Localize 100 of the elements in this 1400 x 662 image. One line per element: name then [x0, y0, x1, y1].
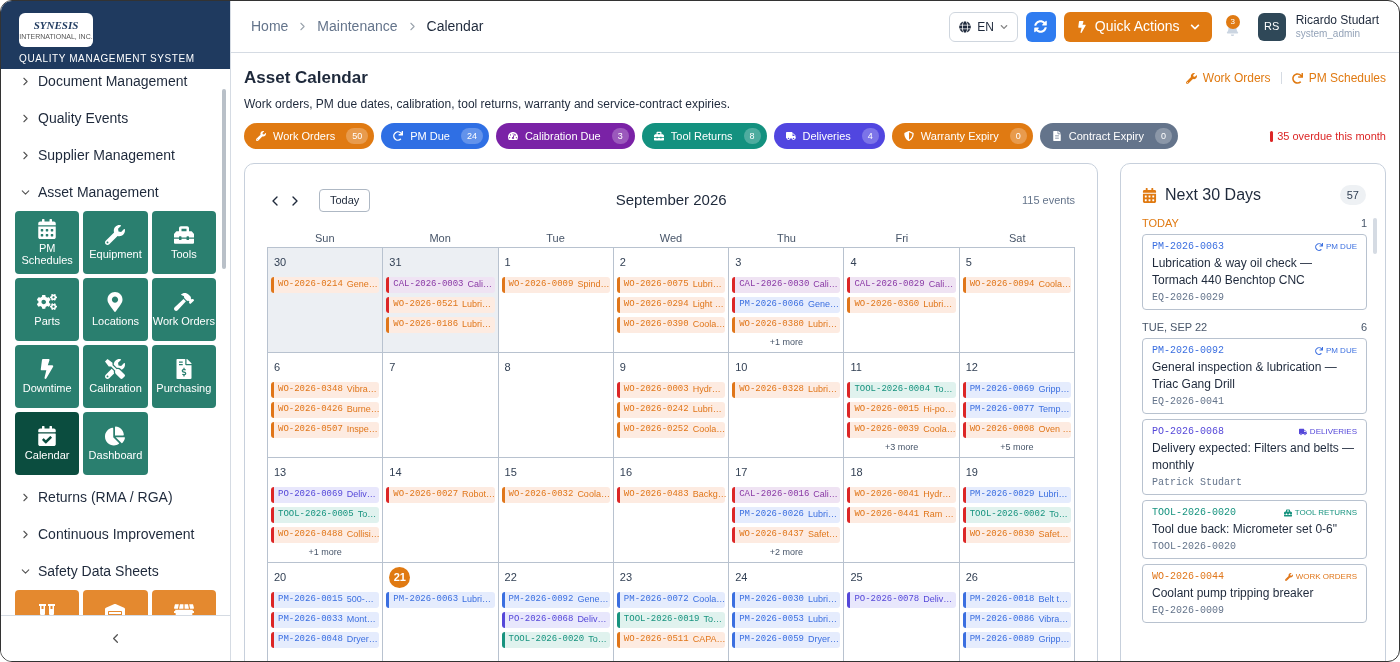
event-chip[interactable]: WO-2026-0507 Inspe… — [271, 422, 380, 438]
header-link[interactable]: Work Orders — [1185, 69, 1271, 87]
nav-group[interactable]: Continuous Improvement — [15, 516, 195, 553]
upcoming-event-card[interactable]: TOOL-2026-0020 TOOL RETURNS Tool due back: Micrometer set 0-6" TOOL-2026-0020 — [1142, 500, 1367, 559]
module-tile[interactable]: Parts — [15, 278, 80, 341]
day-cell[interactable]: 7 — [383, 353, 499, 458]
day-cell[interactable]: 9 WO-2026-0003 Hydr… WO-2026-0242 Lubri… WO-2026-0252 Coola… — [613, 353, 730, 458]
module-tile[interactable]: Calibration — [83, 345, 148, 408]
event-chip[interactable]: WO-2026-0030 Safet… — [962, 527, 1071, 543]
filter-chip[interactable]: Deliveries 4 — [773, 123, 885, 149]
filter-chip[interactable]: Calibration Due 3 — [495, 123, 635, 149]
event-chip[interactable]: WO-2026-0186 Lubri… — [386, 317, 495, 333]
filter-chip[interactable]: Work Orders 50 — [244, 123, 375, 149]
day-cell[interactable]: 24 PM-2026-0030 Lubri… PM-2026-0053 Lubri… PM-2026-0059 Dryer… — [729, 563, 845, 661]
day-cell[interactable]: 2 WO-2026-0075 Lubri… WO-2026-0294 Light … WO-2026-0390 Coola… — [613, 248, 730, 353]
upcoming-event-card[interactable]: WO-2026-0044 WORK ORDERS Coolant pump tripping breaker EQ-2026-0009 — [1142, 564, 1367, 623]
event-chip[interactable]: WO-2026-0426 Burne… — [271, 402, 380, 418]
event-chip[interactable]: CAL-2026-0029 Cali… — [847, 277, 956, 293]
event-chip[interactable]: WO-2026-0360 Lubri… — [847, 297, 956, 313]
event-chip[interactable]: PM-2026-0048 Dryer… — [271, 632, 380, 648]
more-events-link[interactable]: +2 more — [769, 547, 803, 557]
event-chip[interactable]: PM-2026-0029 Lubri… — [962, 487, 1071, 503]
event-chip[interactable]: WO-2026-0511 CAPA… — [616, 632, 726, 648]
refresh-button[interactable] — [1025, 11, 1056, 42]
nav-group[interactable]: Returns (RMA / RGA) — [15, 479, 173, 516]
nav-group[interactable]: Safety Data Sheets — [15, 553, 159, 590]
event-chip[interactable]: TOOL-2026-0019 To… — [616, 612, 726, 628]
day-cell[interactable]: 17 CAL-2026-0016 Cali… PM-2026-0026 Lubri… WO-2026-0437 Safet… +2 more — [729, 458, 845, 563]
event-chip[interactable]: PO-2026-0078 Deliv… — [847, 592, 956, 608]
notifications-button[interactable]: 3 — [1219, 11, 1246, 42]
nav-group[interactable]: Quality Events — [15, 100, 129, 137]
event-chip[interactable]: PM-2026-0018 Belt t… — [962, 592, 1071, 608]
module-tile[interactable]: Purchasing — [151, 345, 216, 408]
day-cell[interactable]: 6 WO-2026-0348 Vibra… WO-2026-0426 Burne… WO-2026-0507 Inspe… — [268, 353, 384, 458]
event-chip[interactable]: WO-2026-0075 Lubri… — [616, 277, 726, 293]
breadcrumb-link[interactable]: Maintenance — [317, 16, 398, 37]
day-cell[interactable]: 4 CAL-2026-0029 Cali… WO-2026-0360 Lubri… — [844, 248, 960, 353]
upcoming-event-card[interactable]: PM-2026-0063 PM DUE Lubrication & way oil check — Tormach 440 Benchtop CNC EQ-2026-0029 — [1142, 234, 1367, 310]
quick-actions-button[interactable]: Quick Actions — [1063, 11, 1212, 42]
event-chip[interactable]: PO-2026-0069 Deliv… — [271, 487, 380, 503]
event-chip[interactable]: WO-2026-0294 Light … — [616, 297, 726, 313]
header-link[interactable]: PM Schedules — [1291, 69, 1386, 87]
filter-chip[interactable]: Warranty Expiry 0 — [891, 123, 1033, 149]
day-cell[interactable]: 15 WO-2026-0032 Coola… — [498, 458, 614, 563]
module-tile[interactable]: Locations — [83, 278, 148, 341]
day-cell[interactable]: 14 WO-2026-0027 Robot… — [383, 458, 499, 563]
breadcrumb-link[interactable]: Calendar — [426, 16, 484, 37]
event-chip[interactable]: WO-2026-0242 Lubri… — [616, 402, 726, 418]
day-cell[interactable]: 19 PM-2026-0029 Lubri… TOOL-2026-0002 To… WO-2026-0030 Safet… — [959, 458, 1075, 563]
event-chip[interactable]: CAL-2026-0030 Cali… — [732, 277, 841, 293]
event-chip[interactable]: WO-2026-0008 Oven … — [962, 422, 1071, 438]
event-chip[interactable]: WO-2026-0483 Backg… — [616, 487, 726, 503]
event-chip[interactable]: WO-2026-0015 Hi-po… — [847, 402, 956, 418]
event-chip[interactable]: WO-2026-0027 Robot… — [386, 487, 495, 503]
module-tile[interactable]: Equipment — [83, 211, 148, 274]
breadcrumb-link[interactable]: Home — [251, 16, 289, 37]
event-chip[interactable]: PM-2026-0089 Gripp… — [962, 632, 1071, 648]
event-chip[interactable]: PM-2026-0026 Lubri… — [732, 507, 841, 523]
event-chip[interactable]: PM-2026-0072 Coola… — [616, 592, 726, 608]
more-events-link[interactable]: +3 more — [884, 442, 919, 452]
filter-chip[interactable]: Tool Returns 8 — [641, 123, 767, 149]
user-avatar[interactable]: RS — [1257, 12, 1286, 41]
event-chip[interactable]: PM-2026-0053 Lubri… — [732, 612, 841, 628]
day-cell[interactable]: 30 WO-2026-0214 Gene… — [268, 248, 384, 353]
event-chip[interactable]: WO-2026-0441 Ram … — [847, 507, 956, 523]
day-cell[interactable]: 16 WO-2026-0483 Backg… — [613, 458, 730, 563]
event-chip[interactable]: PM-2026-0033 Mont… — [271, 612, 380, 628]
module-tile[interactable]: Calendar — [15, 412, 80, 475]
event-chip[interactable]: TOOL-2026-0004 To… — [847, 382, 956, 398]
event-chip[interactable]: PM-2026-0059 Dryer… — [732, 632, 841, 648]
day-cell[interactable]: 1 WO-2026-0009 Spind… — [498, 248, 614, 353]
event-chip[interactable]: PM-2026-0077 Temp… — [962, 402, 1071, 418]
event-chip[interactable]: WO-2026-0252 Coola… — [616, 422, 726, 438]
module-tile[interactable]: Downtime — [15, 345, 80, 408]
event-chip[interactable]: CAL-2026-0003 Cali… — [386, 277, 495, 293]
nav-group[interactable]: Asset Management — [15, 174, 159, 211]
upcoming-event-card[interactable]: PO-2026-0068 DELIVERIES Delivery expected: Filters and belts — monthly Patrick Studart — [1142, 419, 1367, 495]
scrollbar[interactable] — [222, 89, 226, 269]
event-chip[interactable]: PM-2026-0030 Lubri… — [732, 592, 841, 608]
event-chip[interactable]: PM-2026-0086 Vibra… — [962, 612, 1071, 628]
event-chip[interactable]: TOOL-2026-0020 To… — [501, 632, 610, 648]
module-tile[interactable]: Tools — [151, 211, 216, 274]
module-tile[interactable]: PM Schedules — [15, 211, 80, 274]
event-chip[interactable]: PM-2026-0063 Lubri… — [386, 592, 495, 608]
event-chip[interactable]: WO-2026-0521 Lubri… — [386, 297, 495, 313]
module-tile[interactable]: Work Orders — [151, 278, 216, 341]
event-chip[interactable]: WO-2026-0041 Hydr… — [847, 487, 956, 503]
event-chip[interactable]: WO-2026-0348 Vibra… — [271, 382, 380, 398]
event-chip[interactable]: WO-2026-0380 Lubri… — [732, 317, 841, 333]
day-cell[interactable]: 8 — [498, 353, 614, 458]
event-chip[interactable]: WO-2026-0437 Safet… — [732, 527, 841, 543]
day-cell[interactable]: 10 WO-2026-0328 Lubri… — [729, 353, 845, 458]
filter-chip[interactable]: PM Due 24 — [381, 123, 489, 149]
day-cell[interactable]: 13 PO-2026-0069 Deliv… TOOL-2026-0005 To… WO-2026-0488 Collisi… +1 more — [268, 458, 384, 563]
event-chip[interactable]: WO-2026-0214 Gene… — [271, 277, 380, 293]
day-cell[interactable]: 21 PM-2026-0063 Lubri… — [383, 563, 499, 661]
more-events-link[interactable]: +1 more — [308, 547, 342, 557]
day-cell[interactable]: 25 PO-2026-0078 Deliv… — [844, 563, 960, 661]
day-cell[interactable]: 31 CAL-2026-0003 Cali… WO-2026-0521 Lubri… WO-2026-0186 Lubri… — [383, 248, 499, 353]
upcoming-event-card[interactable]: PM-2026-0092 PM DUE General inspection & lubrication — Triac Gang Drill EQ-2026-0041 — [1142, 338, 1367, 414]
